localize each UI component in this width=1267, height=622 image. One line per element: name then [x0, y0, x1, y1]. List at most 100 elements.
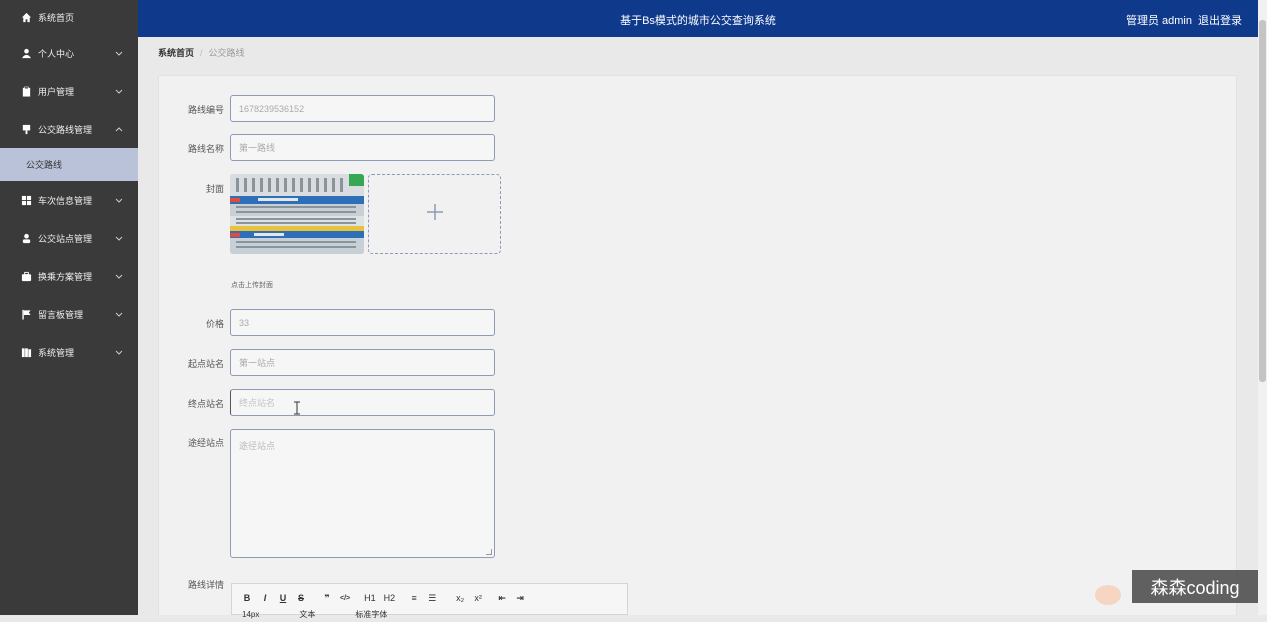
chevron-down-icon: [114, 48, 124, 58]
price-label: 价格: [205, 319, 224, 329]
sidebar-item-label: 留言板管理: [38, 309, 84, 320]
font-size-select[interactable]: 14px: [242, 610, 259, 619]
sidebar-item-trips[interactable]: 车次信息管理: [0, 181, 138, 219]
start-station-input[interactable]: 第一站点: [230, 349, 495, 376]
text-type-select[interactable]: 文本: [299, 609, 315, 620]
heading1-button[interactable]: H1: [364, 593, 376, 603]
underline-button[interactable]: U: [278, 593, 288, 603]
route-name-label: 路线名称: [187, 144, 224, 154]
home-icon: [20, 11, 32, 23]
chevron-down-icon: [114, 233, 124, 243]
breadcrumb-separator: /: [200, 47, 203, 58]
app-title: 基于Bs模式的城市公交查询系统: [620, 15, 776, 27]
user-label: 管理员 admin: [1125, 15, 1192, 27]
book-icon: [20, 346, 32, 358]
sidebar-item-label: 公交路线管理: [38, 124, 93, 135]
page-scrollbar[interactable]: [1258, 0, 1267, 615]
outdent-button[interactable]: ⇤: [497, 593, 507, 604]
sidebar: 系统首页 个人中心 用户管理 公交路线管理 公交路线 车次信息管理 公交站点管理…: [0, 0, 138, 615]
sidebar-item-label: 公交站点管理: [38, 233, 93, 244]
scrollbar-thumb[interactable]: [1259, 20, 1266, 382]
route-name-row: 路线名称 第一路线: [164, 134, 495, 161]
font-family-select[interactable]: 标准字体: [355, 609, 387, 620]
sidebar-item-messages[interactable]: 留言板管理: [0, 295, 138, 333]
strike-button[interactable]: S: [296, 593, 306, 603]
top-header: 基于Bs模式的城市公交查询系统 管理员 admin 退出登录: [138, 0, 1258, 37]
sidebar-item-label: 系统首页: [38, 12, 75, 23]
start-station-row: 起点站名 第一站点: [164, 349, 495, 376]
sidebar-item-stations[interactable]: 公交站点管理: [0, 219, 138, 257]
sidebar-item-users[interactable]: 用户管理: [0, 72, 138, 110]
code-block-button[interactable]: </>: [340, 595, 350, 602]
end-station-row: 终点站名 终点站名: [164, 389, 495, 416]
indent-button[interactable]: ⇥: [515, 593, 525, 604]
breadcrumb: 系统首页 / 公交路线: [158, 46, 245, 59]
via-stations-label: 途经站点: [187, 438, 224, 448]
chevron-down-icon: [114, 86, 124, 96]
route-no-row: 路线编号 1678239536152: [164, 95, 495, 122]
chevron-down-icon: [114, 309, 124, 319]
details-label: 路线详情: [187, 580, 224, 590]
sidebar-item-home[interactable]: 系统首页: [0, 0, 138, 34]
heading2-button[interactable]: H2: [384, 593, 396, 603]
rich-text-editor: B I U S ❞ </> H1 H2 ≡ ☰ x₂ x² ⇤ ⇥ 14px 文…: [231, 583, 628, 619]
flag-icon: [20, 308, 32, 320]
cover-label: 封面: [205, 184, 224, 194]
decorative-blur: [1095, 585, 1121, 605]
sidebar-item-label: 车次信息管理: [38, 195, 93, 206]
sidebar-item-routes[interactable]: 公交路线管理: [0, 110, 138, 148]
start-station-label: 起点站名: [187, 359, 224, 369]
briefcase-icon: [20, 270, 32, 282]
pin-icon: [20, 123, 32, 135]
upload-cover-button[interactable]: [368, 174, 501, 254]
user-icon: [20, 47, 32, 59]
sidebar-item-label: 个人中心: [38, 48, 75, 59]
bullet-list-button[interactable]: ☰: [427, 593, 437, 604]
chevron-down-icon: [114, 195, 124, 205]
chevron-down-icon: [114, 347, 124, 357]
end-station-label: 终点站名: [187, 399, 224, 409]
bold-button[interactable]: B: [242, 593, 252, 603]
end-station-input[interactable]: 终点站名: [230, 389, 495, 416]
chevron-down-icon: [114, 271, 124, 281]
sidebar-item-label: 换乘方案管理: [38, 271, 93, 282]
sidebar-item-label: 用户管理: [38, 86, 75, 97]
sidebar-item-profile[interactable]: 个人中心: [0, 34, 138, 72]
sidebar-item-transfers[interactable]: 换乘方案管理: [0, 257, 138, 295]
upload-hint: 点击上传封面: [231, 282, 273, 289]
breadcrumb-current: 公交路线: [208, 48, 245, 58]
cover-image[interactable]: [230, 174, 364, 254]
price-row: 价格 33: [164, 309, 495, 336]
price-input[interactable]: 33: [230, 309, 495, 336]
watermark: 森森coding: [1132, 570, 1258, 603]
breadcrumb-home[interactable]: 系统首页: [158, 46, 194, 59]
via-stations-row: 途经站点 途径站点: [164, 429, 495, 558]
sidebar-subitem-label: 公交路线: [26, 160, 63, 170]
ordered-list-button[interactable]: ≡: [409, 593, 419, 603]
editor-toolbar-row1: B I U S ❞ </> H1 H2 ≡ ☰ x₂ x² ⇤ ⇥: [232, 590, 627, 606]
route-no-input[interactable]: 1678239536152: [230, 95, 495, 122]
sidebar-subitem-route[interactable]: 公交路线: [0, 148, 138, 181]
plus-icon: [426, 203, 444, 226]
via-stations-textarea[interactable]: 途径站点: [230, 429, 495, 558]
resize-grip-icon[interactable]: [486, 549, 492, 555]
user-area: 管理员 admin 退出登录: [1126, 12, 1242, 28]
cover-row: 封面: [164, 182, 230, 195]
person-icon: [20, 232, 32, 244]
details-row: 路线详情: [164, 578, 230, 591]
subscript-button[interactable]: x₂: [455, 593, 465, 603]
text-cursor-icon: [294, 401, 300, 415]
via-stations-placeholder: 途径站点: [239, 441, 276, 451]
sidebar-item-system[interactable]: 系统管理: [0, 333, 138, 371]
route-name-input[interactable]: 第一路线: [230, 134, 495, 161]
blockquote-button[interactable]: ❞: [322, 593, 332, 604]
clipboard-icon: [20, 85, 32, 97]
editor-toolbar-row2: 14px 文本 标准字体: [232, 606, 627, 622]
chevron-up-icon: [114, 124, 124, 134]
superscript-button[interactable]: x²: [473, 593, 483, 603]
logout-button[interactable]: 退出登录: [1198, 12, 1242, 28]
route-no-label: 路线编号: [187, 105, 224, 115]
sidebar-item-label: 系统管理: [38, 347, 75, 358]
italic-button[interactable]: I: [260, 593, 270, 603]
grid-icon: [20, 194, 32, 206]
